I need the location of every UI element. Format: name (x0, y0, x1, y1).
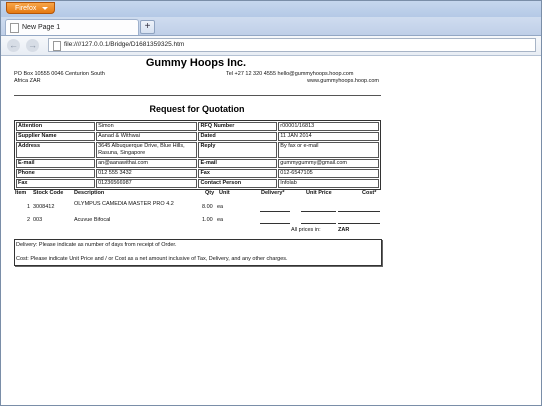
info-value: Infolab (278, 179, 379, 188)
info-label: Fax (16, 179, 96, 188)
info-label: Attention (16, 122, 96, 131)
info-label: Address (16, 142, 96, 158)
col-header-cost: Cost* (362, 190, 377, 196)
firefox-menu-label: Firefox (15, 5, 37, 12)
info-value: r00001/16813 (278, 122, 379, 131)
company-contact: Tel +27 12 320 4555 hello@gummyhoops.hoo… (226, 71, 379, 85)
item-1-unit-price-blank (301, 211, 336, 212)
page-content: Gummy Hoops Inc. PO Box 10555 0046 Centu… (1, 56, 541, 405)
info-row: Supplier Name Aanad & Withwai Dated 11 JAN … (16, 132, 379, 141)
item-2-delivery-blank (260, 223, 290, 224)
url-text: file:////127.0.0.1/Bridge/D1681359325.ht… (64, 41, 185, 48)
rfq-info-table: Attention Simon RFQ Number r00001/16813 Supp… (14, 120, 381, 190)
tab-title: New Page 1 (22, 24, 61, 31)
item-2-qty: 1.00 (202, 217, 213, 223)
item-2-description: Acuvue Bifocal (74, 217, 111, 223)
navigation-bar: ← → file:////127.0.0.1/Bridge/D168135932… (1, 36, 541, 56)
info-value: gummygummy@gmail.com (278, 159, 379, 168)
item-2-stock-code: 003 (33, 217, 43, 223)
company-name: Gummy Hoops Inc. (145, 57, 247, 69)
chevron-down-icon (42, 7, 48, 10)
col-header-unit-price: Unit Price (306, 190, 332, 196)
info-value: an@aanawithai.com (96, 159, 198, 168)
info-label: Reply (198, 142, 278, 158)
forward-button[interactable]: → (26, 39, 39, 52)
info-value: 11 JAN 2014 (278, 132, 379, 141)
info-value: 012-6547105 (278, 169, 379, 178)
info-row: Fax 01236566987 Contact Person Infolab (16, 179, 379, 188)
item-1-cost-blank (338, 211, 380, 212)
info-row: E-mail an@aanawithai.com E-mail gummygummy@… (16, 159, 379, 168)
tab-strip: New Page 1 + (1, 17, 541, 36)
info-label: Phone (16, 169, 96, 178)
contact-line-2: www.gummyhoops.hoop.com (307, 78, 379, 84)
item-1-number: 1 (27, 204, 31, 210)
info-value: Aanad & Withwai (96, 132, 198, 141)
col-header-qty: Qty (205, 190, 215, 196)
info-label: Supplier Name (16, 132, 96, 141)
info-value: 3645 Albuquerque Drive, Blue Hills, Rasu… (96, 142, 198, 158)
company-address: PO Box 10555 0046 Centurion South Africa… (14, 71, 105, 85)
notes-box: Delivery: Please indicate as number of d… (14, 239, 382, 266)
info-label: E-mail (198, 159, 278, 168)
currency-value: ZAR (338, 227, 350, 233)
item-1-delivery-blank (260, 211, 290, 212)
new-tab-button[interactable]: + (140, 20, 155, 34)
item-1-description: OLYMPUS CAMEDIA MASTER PRO 4.2 (74, 201, 174, 207)
address-line-1: PO Box 10555 0046 Centurion South (14, 71, 105, 77)
address-line-2: Africa ZAR (14, 78, 41, 84)
browser-window: Firefox New Page 1 + ← → file:////127.0.… (0, 0, 542, 406)
firefox-menu-button[interactable]: Firefox (6, 2, 55, 14)
back-button[interactable]: ← (7, 39, 20, 52)
info-row: Address 3645 Albuquerque Drive, Blue Hill… (16, 142, 379, 158)
info-value: Simon (96, 122, 198, 131)
item-1-unit: ea (217, 204, 224, 210)
col-header-delivery: Delivery* (261, 190, 285, 196)
info-row: Attention Simon RFQ Number r00001/16813 (16, 122, 379, 131)
info-label: Dated (198, 132, 278, 141)
col-header-stock-code: Stock Code (33, 190, 64, 196)
item-2-number: 2 (27, 217, 31, 223)
col-header-description: Description (74, 190, 105, 196)
info-label: Contact Person (198, 179, 278, 188)
document-title: Request for Quotation (149, 104, 245, 114)
page-icon (10, 23, 19, 33)
info-label: RFQ Number (198, 122, 278, 131)
info-label: Fax (198, 169, 278, 178)
item-1-stock-code: 3008412 (33, 204, 55, 210)
col-header-unit: Unit (219, 190, 230, 196)
all-prices-label: All prices in: (291, 227, 321, 233)
tab-new-page-1[interactable]: New Page 1 (5, 19, 139, 35)
item-1-qty: 8.00 (202, 204, 213, 210)
item-2-unit-price-blank (301, 223, 336, 224)
info-value: 01236566987 (96, 179, 198, 188)
title-bar: Firefox (1, 1, 541, 17)
item-2-cost-blank (338, 223, 380, 224)
contact-line-1: Tel +27 12 320 4555 hello@gummyhoops.hoo… (226, 71, 354, 77)
info-row: Phone 012 555 3432 Fax 012-6547105 (16, 169, 379, 178)
info-label: E-mail (16, 159, 96, 168)
divider (14, 95, 381, 96)
info-value: By fax or e-mail (278, 142, 379, 158)
delivery-note: Delivery: Please indicate as number of d… (16, 242, 177, 248)
page-icon (53, 41, 61, 51)
cost-note: Cost: Please indicate Unit Price and / o… (16, 256, 288, 262)
col-header-item: Item (15, 190, 27, 196)
url-bar[interactable]: file:////127.0.0.1/Bridge/D1681359325.ht… (48, 38, 536, 52)
info-value: 012 555 3432 (96, 169, 198, 178)
item-2-unit: ea (217, 217, 224, 223)
